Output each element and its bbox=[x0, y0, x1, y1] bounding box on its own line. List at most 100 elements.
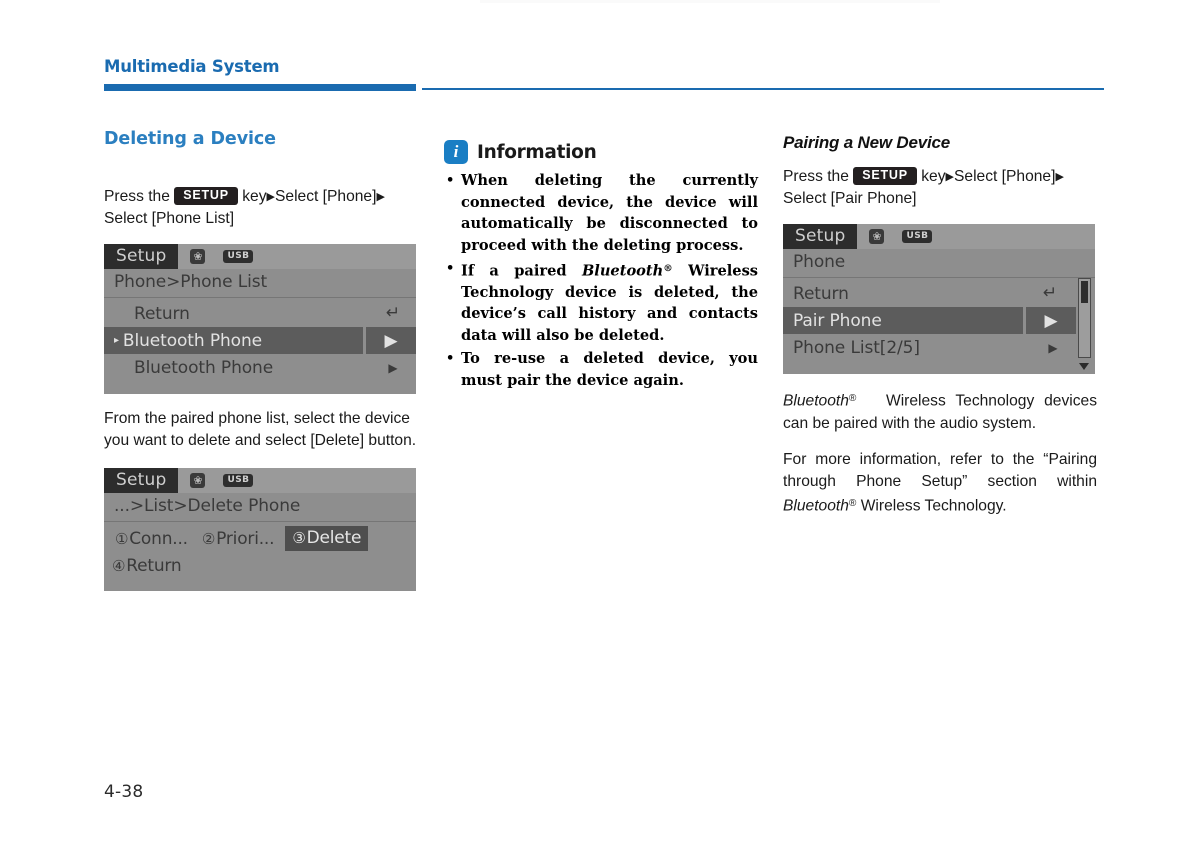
screen-row-label: Phone List[2/5] bbox=[793, 337, 920, 358]
bluetooth-icon: ❀ bbox=[190, 473, 206, 488]
left-intro-paragraph: Press the SETUP key▶Select [Phone]▶Selec… bbox=[104, 186, 418, 230]
bluetooth-wordmark: Bluetooth bbox=[783, 392, 849, 410]
screen-breadcrumb: Phone>Phone List bbox=[104, 269, 416, 298]
screen-button-connect[interactable]: ①Conn... bbox=[112, 528, 191, 550]
screen-title: Setup bbox=[104, 244, 179, 269]
screen-row-selected-label-wrap: ▸ Bluetooth Phone bbox=[104, 327, 363, 354]
chevron-right-icon: ▶ bbox=[945, 171, 954, 183]
screen-row-label: Pair Phone bbox=[793, 310, 882, 331]
return-arrow-icon: ↵ bbox=[385, 303, 401, 323]
chevron-right-icon: ▶ bbox=[388, 360, 398, 375]
screen-button-row: ①Conn... ②Priori... ③Delete bbox=[104, 522, 416, 553]
left-column: Deleting a Device Press the SETUP key▶Se… bbox=[104, 128, 418, 605]
bullet-text: When deleting the currently connected de… bbox=[461, 172, 758, 254]
circled-number-3: ③ bbox=[292, 529, 306, 547]
usb-icon: USB bbox=[223, 474, 254, 487]
information-header: i Information bbox=[444, 140, 758, 164]
screen-row-pair-phone-selected[interactable]: Pair Phone ▶ bbox=[783, 307, 1095, 334]
device-screen-phone-list[interactable]: Setup ❀ USB Phone>Phone List Return ↵ ▸ … bbox=[104, 244, 416, 394]
screen-row-phone-list[interactable]: Phone List[2/5] ▶ bbox=[783, 334, 1095, 361]
screen-breadcrumb: Phone bbox=[783, 249, 1095, 278]
screen-row-return[interactable]: Return ↵ bbox=[104, 300, 416, 327]
info-icon: i bbox=[444, 140, 468, 164]
screen-row-label: Return bbox=[793, 283, 849, 304]
caret-right-icon: ▸ bbox=[114, 335, 119, 346]
device-screen-delete-phone[interactable]: Setup ❀ USB ...>List>Delete Phone ①Conn.… bbox=[104, 468, 416, 591]
scrollbar-thumb[interactable] bbox=[1081, 281, 1088, 303]
chevron-right-icon: ▶ bbox=[266, 191, 275, 203]
chevron-right-icon[interactable]: ▶ bbox=[1026, 307, 1076, 334]
usb-icon: USB bbox=[223, 250, 254, 263]
right-column: Pairing a New Device Press the SETUP key… bbox=[783, 132, 1097, 531]
bluetooth-wordmark: Bluetooth bbox=[581, 262, 664, 280]
left-body-paragraph: From the paired phone list, select the d… bbox=[104, 410, 417, 449]
right-paragraph-1: Bluetooth® Wireless Technology devices c… bbox=[783, 388, 1097, 435]
list-item: To re-use a deleted device, you must pai… bbox=[444, 348, 758, 391]
chevron-right-icon: ▶ bbox=[376, 191, 385, 203]
chevron-right-icon[interactable]: ▶ bbox=[366, 327, 416, 354]
screen-titlebar: Setup ❀ USB bbox=[104, 244, 416, 269]
bullet-text: To re-use a deleted device, you must pai… bbox=[461, 350, 758, 389]
screen-button-label: Return bbox=[126, 556, 182, 576]
screen-bottom-pad bbox=[104, 385, 416, 394]
middle-column: i Information When deleting the currentl… bbox=[444, 140, 758, 393]
registered-mark: ® bbox=[848, 393, 857, 404]
bluetooth-icon: ❀ bbox=[190, 249, 206, 264]
screen-row-bluetooth-phone[interactable]: Bluetooth Phone ▶ bbox=[104, 354, 416, 381]
section-heading-deleting-a-device: Deleting a Device bbox=[104, 129, 276, 149]
chevron-right-icon: ▶ bbox=[1055, 171, 1064, 183]
setup-key-badge[interactable]: SETUP bbox=[174, 187, 238, 205]
screen-bottom-pad bbox=[783, 365, 1095, 374]
screen-button-label: Priori... bbox=[216, 528, 275, 549]
right-intro-paragraph: Press the SETUP key▶Select [Phone]▶Selec… bbox=[783, 166, 1097, 210]
list-item: When deleting the currently connected de… bbox=[444, 170, 758, 256]
right-intro-after-key: key bbox=[921, 168, 946, 185]
scrollbar-track[interactable] bbox=[1078, 278, 1091, 358]
return-arrow-icon: ↵ bbox=[1042, 283, 1058, 303]
screen-title: Setup bbox=[104, 468, 179, 493]
screen-titlebar: Setup ❀ USB bbox=[104, 468, 416, 493]
scan-edge-artifact bbox=[480, 0, 940, 3]
screen-row-selected-label-wrap: Pair Phone bbox=[783, 307, 1023, 334]
circled-number-1: ① bbox=[115, 529, 129, 548]
screen-button-return-row[interactable]: ④Return bbox=[104, 553, 416, 582]
header-rule bbox=[104, 84, 1104, 92]
setup-key-badge[interactable]: SETUP bbox=[853, 167, 917, 185]
bluetooth-wordmark: Bluetooth bbox=[783, 497, 849, 515]
scroll-down-icon[interactable] bbox=[1079, 363, 1089, 370]
information-bullet-list: When deleting the currently connected de… bbox=[444, 170, 758, 391]
section-heading-pairing-a-new-device: Pairing a New Device bbox=[783, 133, 951, 152]
screen-bottom-pad bbox=[104, 582, 416, 591]
header-rule-thick bbox=[104, 84, 416, 91]
screen-row-label: Bluetooth Phone bbox=[122, 330, 263, 351]
screen-title: Setup bbox=[783, 224, 858, 249]
usb-icon: USB bbox=[902, 230, 933, 243]
left-intro-select-2: Select [Phone List] bbox=[104, 210, 235, 227]
screen-button-label: Delete bbox=[306, 528, 362, 548]
page-header: Multimedia System bbox=[104, 58, 1104, 92]
registered-mark: ® bbox=[663, 263, 673, 274]
screen-row-bluetooth-phone-selected[interactable]: ▸ Bluetooth Phone ▶ bbox=[104, 327, 416, 354]
screen-row-return[interactable]: Return ↵ bbox=[783, 280, 1095, 307]
right-intro-select-1: Select [Phone] bbox=[954, 168, 1056, 185]
screen-button-priority[interactable]: ②Priori... bbox=[199, 528, 277, 550]
page-number: 4-38 bbox=[104, 782, 144, 802]
screen-row-list: Return ↵ Pair Phone ▶ Phone List[2/5] ▶ bbox=[783, 278, 1095, 365]
right-paragraph-2: For more information, refer to the “Pair… bbox=[783, 449, 1097, 518]
information-title: Information bbox=[477, 141, 597, 163]
device-screen-phone-menu[interactable]: Setup ❀ USB Phone Return ↵ Pair Phone ▶ … bbox=[783, 224, 1095, 374]
header-rule-thin bbox=[422, 88, 1104, 90]
chevron-right-icon: ▶ bbox=[1048, 340, 1058, 355]
screen-row-label: Return bbox=[134, 303, 190, 324]
right-paragraph-2-lead: For more information, refer to the “Pair… bbox=[783, 450, 1097, 490]
left-intro-before-key: Press the bbox=[104, 188, 170, 205]
bluetooth-icon: ❀ bbox=[869, 229, 885, 244]
circled-number-4: ④ bbox=[112, 557, 126, 575]
chapter-title: Multimedia System bbox=[104, 57, 280, 76]
screen-scrollbar[interactable] bbox=[1078, 278, 1091, 370]
right-intro-select-2: Select [Pair Phone] bbox=[783, 190, 917, 207]
screen-row-list: Return ↵ ▸ Bluetooth Phone ▶ Bluetooth P… bbox=[104, 298, 416, 385]
bullet-text: If a paired bbox=[461, 262, 582, 280]
left-intro-after-key: key bbox=[242, 188, 267, 205]
screen-button-delete[interactable]: ③Delete bbox=[285, 526, 369, 551]
